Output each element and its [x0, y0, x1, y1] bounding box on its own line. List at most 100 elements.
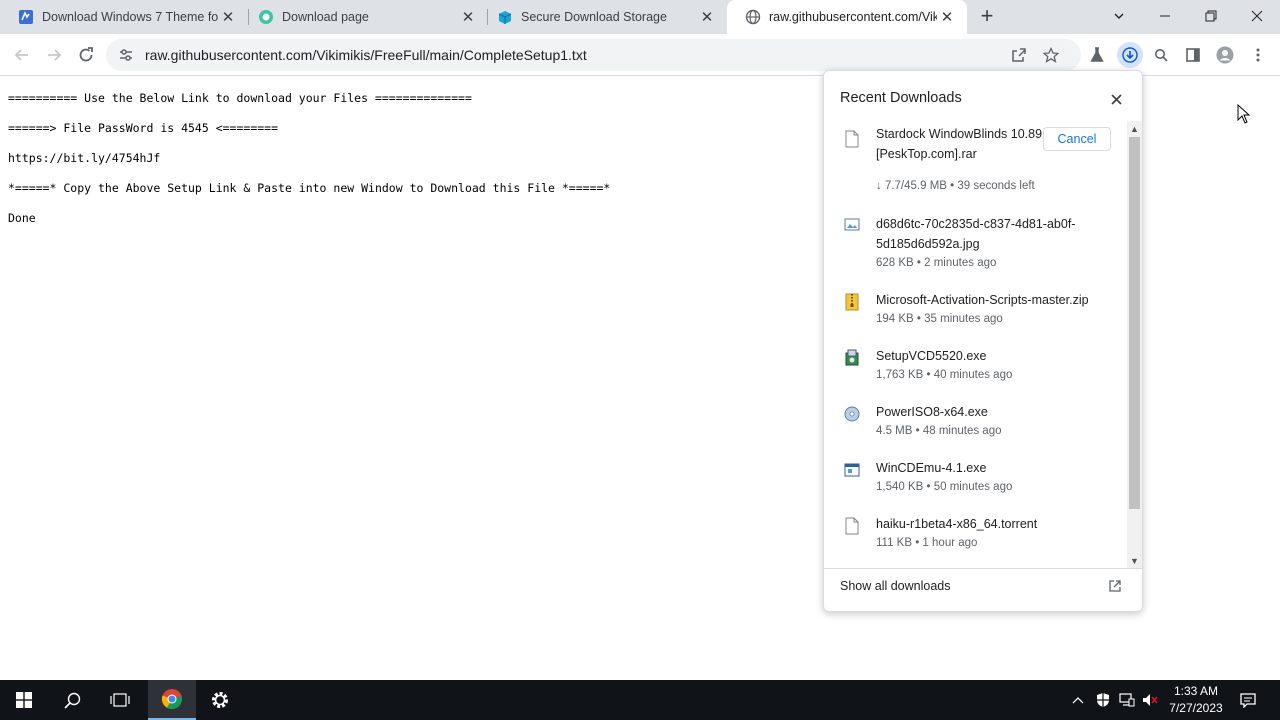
gear-icon [212, 692, 228, 708]
tab-title: raw.githubusercontent.com/Vik [769, 10, 937, 24]
image-file-icon [844, 218, 860, 231]
share-icon [1012, 48, 1026, 62]
tab-windows-theme[interactable]: Download Windows 7 Theme fo ✕ [0, 0, 248, 34]
panel-title: Recent Downloads [840, 90, 962, 106]
tab-title: Download Windows 7 Theme fo [42, 10, 218, 24]
taskbar-clock[interactable]: 1:33 AM 7/27/2023 [1164, 683, 1228, 717]
cyan-cube-icon [498, 11, 512, 24]
avatar-icon [1216, 46, 1234, 64]
download-progress: ↓ 7.7/45.9 MB • 39 seconds left [876, 180, 1035, 192]
download-filename: haiku-r1beta4-x86_64.torrent [876, 517, 1038, 531]
divider [824, 568, 1142, 569]
tab-search-button[interactable] [1096, 0, 1142, 32]
tab-title: Download page [282, 10, 369, 24]
forward-button[interactable] [41, 42, 67, 68]
download-filename: SetupVCD5520.exe [876, 349, 987, 363]
download-meta: 1,540 KB • 50 minutes ago [876, 481, 1013, 493]
close-tab-icon[interactable]: ✕ [937, 7, 957, 27]
restore-button[interactable] [1188, 0, 1234, 32]
show-hidden-icons-button[interactable] [1068, 680, 1088, 720]
url-text[interactable]: raw.githubusercontent.com/Vikimikis/Free… [145, 47, 587, 63]
download-filename: d68d6tc-70c2835d-c837-4d81-ab0f-5d185d6d… [876, 217, 1076, 251]
text-line: Done [8, 211, 36, 225]
scrollbar-thumb[interactable] [1129, 137, 1140, 509]
close-icon [1110, 93, 1122, 105]
download-icon [1122, 47, 1138, 63]
star-icon [1043, 47, 1059, 63]
windows-logo-icon [16, 692, 32, 708]
text-line: ======> File PassWord is 4545 <======== [8, 121, 279, 135]
search-button[interactable] [1151, 45, 1171, 65]
start-button[interactable] [0, 680, 48, 720]
network-icon [1119, 693, 1135, 707]
menu-button[interactable] [1248, 45, 1268, 65]
side-panel-icon [1186, 48, 1200, 62]
download-meta: 628 KB • 2 minutes ago [876, 257, 997, 269]
new-tab-button[interactable]: + [976, 5, 998, 28]
security-tray-button[interactable] [1092, 680, 1114, 720]
tab-strip: Download Windows 7 Theme fo ✕ Download p… [0, 0, 1280, 34]
tab-title: Secure Download Storage [521, 10, 667, 24]
address-bar[interactable]: raw.githubusercontent.com/Vikimikis/Free… [106, 39, 1081, 71]
more-vert-icon [1256, 48, 1260, 62]
download-meta: 194 KB • 35 minutes ago [876, 313, 1003, 325]
text-line: https://bit.ly/4754hJf [8, 151, 161, 165]
file-icon [845, 130, 859, 148]
search-icon [63, 692, 80, 709]
close-panel-button[interactable] [1106, 89, 1126, 109]
site-info-icon[interactable] [118, 47, 134, 63]
bookmark-button[interactable] [1041, 45, 1061, 65]
blue-logo-icon [19, 10, 33, 24]
search-icon [1155, 49, 1168, 62]
downloads-button[interactable] [1117, 42, 1143, 68]
cancel-button[interactable]: Cancel [1043, 127, 1111, 151]
side-panel-button[interactable] [1183, 45, 1203, 65]
chevron-down-icon [1114, 13, 1124, 19]
task-view-button[interactable] [96, 680, 144, 720]
minimize-button[interactable] [1142, 0, 1188, 32]
text-line: ========== Use the Below Link to downloa… [8, 91, 472, 105]
share-button[interactable] [1009, 45, 1029, 65]
text-line: *=====* Copy the Above Setup Link & Past… [8, 181, 611, 195]
windows-taskbar: 1:33 AM 7/27/2023 [0, 680, 1280, 720]
reload-button[interactable] [73, 42, 99, 68]
close-tab-icon[interactable]: ✕ [458, 7, 478, 27]
tab-raw-github[interactable]: raw.githubusercontent.com/Vik ✕ [727, 0, 967, 34]
shield-icon [1097, 693, 1109, 707]
close-icon [1251, 10, 1263, 22]
clock-date: 7/27/2023 [1169, 701, 1223, 715]
volume-tray-button[interactable] [1139, 680, 1161, 720]
chevron-up-icon [1072, 697, 1084, 704]
scroll-up-icon[interactable]: ▲ [1129, 123, 1140, 135]
open-external-icon[interactable] [1108, 579, 1122, 593]
settings-taskbar-button[interactable] [196, 680, 244, 720]
flask-icon [1090, 47, 1104, 62]
notifications-button[interactable] [1236, 680, 1260, 720]
back-button[interactable] [9, 42, 35, 68]
chrome-taskbar-button[interactable] [148, 680, 196, 720]
close-tab-icon[interactable]: ✕ [218, 7, 238, 27]
download-meta: 111 KB • 1 hour ago [876, 537, 978, 549]
download-meta: 1,763 KB • 40 minutes ago [876, 369, 1013, 381]
show-all-downloads-link[interactable]: Show all downloads [840, 579, 951, 593]
chrome-icon [161, 689, 182, 710]
zip-file-icon [845, 293, 859, 311]
file-icon [845, 517, 859, 535]
search-taskbar-button[interactable] [48, 680, 96, 720]
disc-icon [844, 406, 860, 422]
tab-secure-download[interactable]: Secure Download Storage ✕ [479, 0, 727, 34]
close-window-button[interactable] [1234, 0, 1280, 32]
download-meta: 4.5 MB • 48 minutes ago [876, 425, 1002, 437]
downloads-panel: Recent Downloads Stardock WindowBlinds 1… [823, 70, 1143, 612]
close-tab-icon[interactable]: ✕ [697, 7, 717, 27]
tab-download-page[interactable]: Download page ✕ [240, 0, 488, 34]
network-tray-button[interactable] [1116, 680, 1138, 720]
labs-button[interactable] [1087, 45, 1107, 65]
profile-button[interactable] [1215, 45, 1235, 65]
globe-icon [745, 9, 761, 25]
back-arrow-icon [14, 49, 28, 61]
restore-icon [1205, 10, 1217, 22]
scroll-down-icon[interactable]: ▼ [1129, 555, 1140, 567]
notification-icon [1240, 692, 1256, 708]
forward-arrow-icon [48, 49, 62, 61]
